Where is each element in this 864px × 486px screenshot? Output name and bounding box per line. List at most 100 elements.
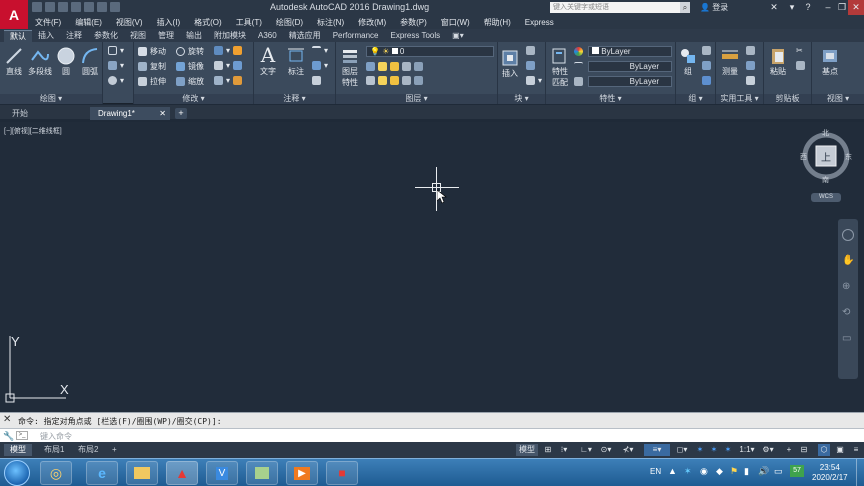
compass-west[interactable]: 西	[800, 152, 807, 162]
panel-clipboard-label[interactable]: 剪贴板	[764, 94, 811, 104]
tab-annotate[interactable]: 注释	[60, 30, 88, 42]
menu-format[interactable]: 格式(O)	[187, 17, 229, 28]
base-point-tool[interactable]: 基点	[820, 46, 840, 77]
tab-express-tools[interactable]: Express Tools	[384, 30, 446, 42]
drawing-canvas[interactable]: [−][俯视][二维线框] 上 北 南 东 西 WCS ✋ ⊕ ⟲ ▭ Y X	[0, 122, 864, 412]
scale-tool[interactable]: 缩放	[176, 76, 204, 87]
tray-network-icon[interactable]: ▮	[744, 466, 749, 477]
save-icon[interactable]	[58, 2, 68, 12]
taskbar-ie-icon[interactable]: e	[86, 461, 118, 485]
panel-draw-label[interactable]: 绘图 ▾	[0, 94, 102, 104]
customize-wrench-icon[interactable]: 🔧	[3, 431, 14, 442]
help-icon[interactable]: ?	[798, 0, 818, 15]
tab-start[interactable]: 开始	[4, 107, 88, 120]
layer-match-icon[interactable]	[414, 62, 423, 71]
new-drawing-button[interactable]: +	[175, 108, 187, 119]
list-icon[interactable]	[574, 77, 583, 86]
circle-tool[interactable]: 圆	[56, 46, 76, 77]
arc-tool[interactable]: 圆弧	[80, 46, 100, 77]
tab-insert[interactable]: 插入	[32, 30, 60, 42]
polar-icon[interactable]: ⊙▾	[598, 444, 614, 456]
osnap-track-icon[interactable]: ⊀▾	[620, 444, 636, 456]
panel-view-label[interactable]: 视图 ▾	[812, 94, 864, 104]
search-input[interactable]: 键入关键字或短语	[550, 2, 680, 13]
undo-icon[interactable]	[97, 2, 107, 12]
color-wheel-icon[interactable]	[574, 47, 583, 56]
auto-scale-icon[interactable]: ✶	[722, 444, 734, 456]
menu-insert[interactable]: 插入(I)	[150, 17, 188, 28]
taskbar-app-orb-icon[interactable]: ◎	[40, 461, 72, 485]
edit-attributes-tool[interactable]: ▾	[526, 76, 542, 85]
panel-properties-label[interactable]: 特性 ▾	[546, 94, 675, 104]
menu-view[interactable]: 视图(V)	[109, 17, 150, 28]
select-all-tool[interactable]	[746, 61, 755, 70]
tab-a360[interactable]: A360	[252, 30, 283, 42]
dimension-tool[interactable]: 标注	[286, 46, 306, 77]
offset-icon[interactable]	[233, 76, 243, 85]
hatch-tool[interactable]: ▾	[108, 61, 124, 70]
snap-icon[interactable]: ⁝▾	[556, 444, 572, 456]
annotation-plus-icon[interactable]: +	[784, 444, 794, 456]
edit-block-tool[interactable]	[526, 61, 535, 70]
customization-icon[interactable]: ≡	[850, 444, 862, 456]
taskbar-recorder-icon[interactable]: ■	[326, 461, 358, 485]
taskbar-media-player-icon[interactable]: ▶	[286, 461, 318, 485]
redo-icon[interactable]	[110, 2, 120, 12]
viewport-controls[interactable]: [−][俯视][二维线框]	[4, 126, 62, 136]
taskbar-explorer-icon[interactable]	[126, 461, 158, 485]
zoom-icon[interactable]: ⊕	[842, 281, 854, 293]
steering-wheel-icon[interactable]	[842, 229, 854, 241]
wcs-menu-button[interactable]: WCS	[811, 193, 841, 202]
hardware-acceleration-icon[interactable]: ⬡	[818, 444, 830, 456]
layer-thaw-icon[interactable]	[378, 76, 387, 85]
measure-tool[interactable]: 测量	[720, 46, 740, 77]
windows-start-button[interactable]	[4, 460, 30, 486]
pan-icon[interactable]: ✋	[842, 255, 854, 267]
menu-express[interactable]: Express	[518, 18, 561, 27]
compass-east[interactable]: 东	[845, 152, 852, 162]
viewcube-face[interactable]: 上	[821, 149, 831, 164]
tab-addins[interactable]: 附加模块	[208, 30, 252, 42]
ungroup-tool[interactable]	[702, 46, 711, 55]
tray-printer-icon[interactable]: ▭	[774, 466, 783, 477]
line-tool[interactable]: 直线	[4, 46, 24, 77]
create-block-tool[interactable]	[526, 46, 535, 55]
annotation-monitor-icon[interactable]: ✶	[694, 444, 706, 456]
trim-tool[interactable]: ▾	[214, 46, 243, 55]
layer-dropdown[interactable]: 💡 ☀ 0	[366, 46, 494, 57]
tab-view[interactable]: 视图	[124, 30, 152, 42]
insert-block-tool[interactable]: 插入	[500, 48, 520, 79]
table-tool[interactable]	[312, 76, 321, 85]
tray-security-icon[interactable]: ◆	[716, 466, 723, 477]
compass-north[interactable]: 北	[822, 128, 829, 138]
layer-isolate-icon[interactable]	[366, 62, 375, 71]
tab-manage[interactable]: 管理	[152, 30, 180, 42]
panel-annotation-label[interactable]: 注释 ▾	[254, 94, 335, 104]
rectangle-tool[interactable]: ▾	[108, 46, 124, 55]
tray-bluetooth-icon[interactable]: ✶	[684, 466, 692, 477]
workspace-gear-icon[interactable]: ⚙▾	[760, 444, 776, 456]
leader-tool[interactable]: ▾	[312, 61, 328, 70]
cut-tool[interactable]: ✂	[796, 46, 803, 55]
tray-expand-icon[interactable]: ▲	[668, 466, 677, 476]
model-space-button[interactable]: 模型	[516, 444, 538, 456]
group-tool[interactable]: 组	[678, 46, 698, 77]
tab-drawing1[interactable]: Drawing1* ✕	[90, 107, 170, 120]
layer-state-icon[interactable]	[414, 76, 423, 85]
tray-volume-icon[interactable]: 🔊	[758, 466, 769, 477]
command-input[interactable]: 键入命令	[40, 431, 72, 442]
menu-parametric[interactable]: 参数(P)	[393, 17, 434, 28]
grid-icon[interactable]: ⊞	[542, 444, 554, 456]
fillet-tool[interactable]: ▾	[214, 61, 243, 70]
open-file-icon[interactable]	[45, 2, 55, 12]
tab-featured-apps[interactable]: 精选应用	[283, 30, 327, 42]
menu-modify[interactable]: 修改(M)	[351, 17, 393, 28]
tab-default[interactable]: 默认	[4, 30, 32, 42]
text-tool[interactable]: A 文字	[260, 44, 276, 77]
login-button[interactable]: 👤 登录	[700, 2, 728, 13]
annotation-scale[interactable]: 1:1▾	[736, 444, 758, 456]
taskbar-autocad-icon[interactable]: ▲	[166, 461, 198, 485]
application-menu-button[interactable]: A	[0, 0, 28, 30]
panel-modify-label[interactable]: 修改 ▾	[134, 94, 253, 104]
copy-clip-tool[interactable]	[796, 61, 805, 70]
